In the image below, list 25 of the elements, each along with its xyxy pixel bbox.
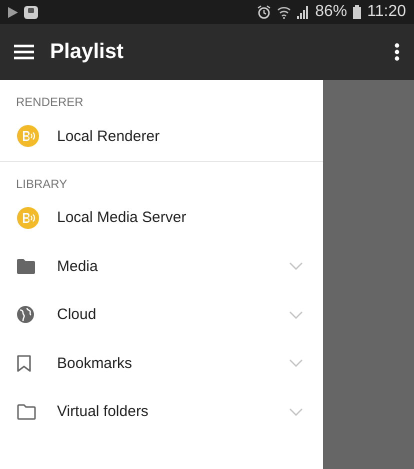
renderer-icon [17, 206, 39, 229]
drawer-item[interactable]: Media [0, 242, 323, 290]
signal-icon [297, 6, 310, 18]
folder-icon [17, 258, 35, 274]
drawer-item[interactable]: Local Media Server [0, 194, 323, 242]
play-icon [8, 6, 18, 18]
drawer-item[interactable]: Virtual folders [0, 388, 323, 436]
drawer-item[interactable]: Cloud [0, 290, 323, 339]
app-title: Playlist [50, 40, 125, 64]
folder-outline-icon [17, 404, 36, 420]
renderer-icon [17, 125, 39, 148]
alarm-icon [257, 5, 272, 19]
wifi-icon [277, 5, 292, 19]
section-header: LIBRARY [15, 176, 68, 192]
clock-time: 11:20 [367, 3, 406, 21]
drawer-item[interactable]: Local Renderer [0, 112, 323, 160]
more-options-button[interactable] [394, 43, 400, 61]
section-header: RENDERER [15, 94, 84, 110]
battery-percentage: 86% [315, 3, 348, 21]
menu-button[interactable] [14, 44, 34, 60]
globe-icon [17, 306, 34, 324]
battery-icon [353, 5, 362, 19]
drawer-item[interactable]: Bookmarks [0, 339, 323, 388]
app-icon [24, 5, 38, 19]
bookmark-icon [17, 354, 31, 372]
